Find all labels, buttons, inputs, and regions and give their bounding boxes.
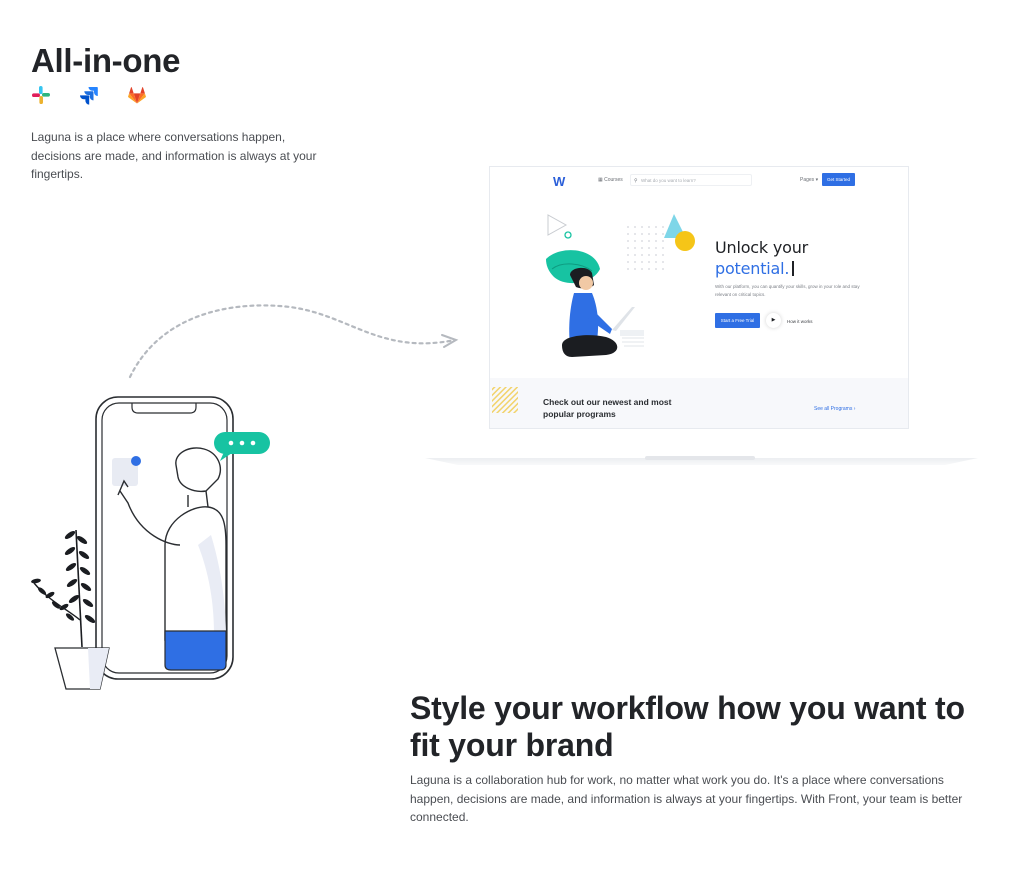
- slack-icon: [32, 86, 50, 104]
- mockup-pages-dropdown[interactable]: Pages ▾: [800, 177, 818, 183]
- mockup-navbar: W ▦ Courses ⚲ What do you want to learn?…: [490, 167, 908, 195]
- mockup-search-input[interactable]: ⚲ What do you want to learn?: [630, 174, 752, 186]
- mockup-search-placeholder: What do you want to learn?: [641, 178, 696, 183]
- mockup-see-all-programs-link[interactable]: See all Programs ›: [814, 406, 855, 412]
- phone-illustration: [31, 396, 270, 690]
- mockup-courses-link[interactable]: ▦ Courses: [598, 177, 623, 183]
- laptop-screen-mockup: W ▦ Courses ⚲ What do you want to learn?…: [489, 166, 909, 429]
- mockup-hero-headline: Unlock your potential.: [715, 237, 808, 279]
- all-in-one-description: Laguna is a place where conversations ha…: [31, 130, 317, 181]
- mockup-headline-highlight: potential.: [715, 259, 790, 278]
- mockup-get-started-button[interactable]: Get Started: [822, 173, 855, 186]
- section-title-all-in-one: All-in-one: [31, 42, 181, 79]
- mockup-programs-heading: Check out our newest and most popular pr…: [543, 397, 672, 419]
- mockup-hero-subtext: With our platform, you can quantify your…: [715, 284, 860, 297]
- jira-icon: [80, 87, 98, 105]
- search-icon: ⚲: [634, 178, 638, 184]
- mockup-how-it-works-link[interactable]: How it works: [787, 319, 813, 324]
- integration-icons: [31, 85, 147, 105]
- workflow-title: Style your workflow how you want to fit …: [410, 690, 965, 763]
- workflow-description: Laguna is a collaboration hub for work, …: [410, 773, 963, 824]
- hero-illustration: [546, 214, 695, 357]
- gitlab-icon: [128, 87, 146, 104]
- dashed-arrow-graphic: [128, 304, 459, 379]
- play-icon[interactable]: ▶: [766, 313, 781, 328]
- mockup-headline-line-2: potential.: [715, 258, 808, 279]
- mockup-free-trial-button[interactable]: Start a Free Trial: [715, 313, 760, 328]
- mockup-logo[interactable]: W: [553, 174, 565, 189]
- text-caret: [792, 261, 794, 276]
- mockup-headline-line-1: Unlock your: [715, 238, 809, 257]
- hatched-square-decoration: [492, 387, 518, 413]
- laptop-base: [425, 456, 978, 465]
